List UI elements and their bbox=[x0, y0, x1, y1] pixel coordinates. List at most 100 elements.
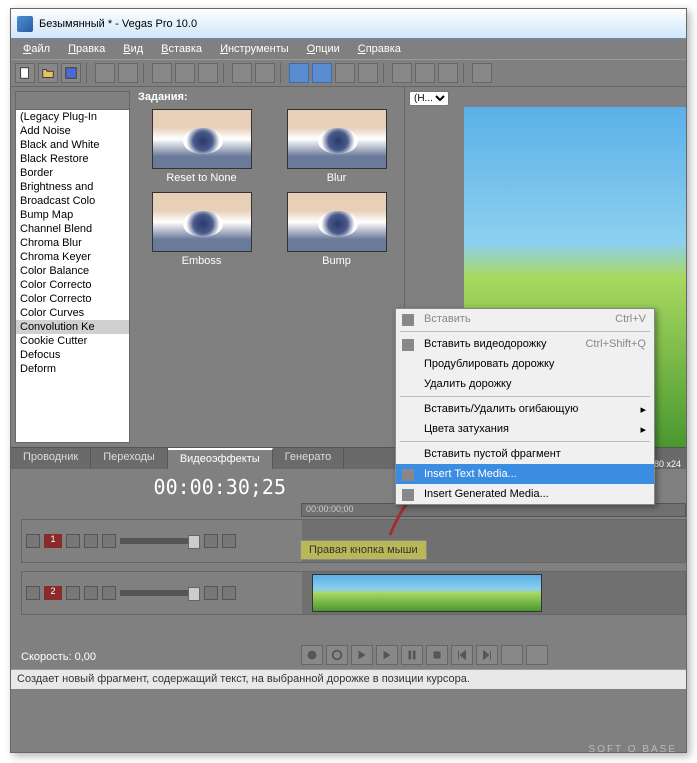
context-menu-item[interactable]: Вставить пустой фрагмент bbox=[396, 444, 654, 464]
context-menu-item[interactable]: Удалить дорожку bbox=[396, 374, 654, 394]
quality-dropdown[interactable]: (Н... bbox=[409, 91, 449, 106]
save-icon[interactable] bbox=[61, 63, 81, 83]
bypass-fx-icon[interactable] bbox=[66, 586, 80, 600]
main-toolbar bbox=[11, 59, 686, 87]
video-track-2[interactable]: 2 bbox=[21, 571, 686, 615]
fx-item[interactable]: Chroma Blur bbox=[16, 236, 129, 250]
menu-item-label: Вставить видеодорожку bbox=[424, 338, 547, 350]
context-menu-item[interactable]: Insert Text Media... bbox=[396, 464, 654, 484]
pause-icon[interactable] bbox=[401, 645, 423, 665]
tab[interactable]: Видеоэффекты bbox=[168, 448, 273, 469]
context-menu-item[interactable]: Вставить видеодорожкуCtrl+Shift+Q bbox=[396, 334, 654, 354]
preset[interactable]: Reset to None bbox=[138, 109, 265, 184]
tab[interactable]: Проводник bbox=[11, 448, 91, 469]
video-clip[interactable] bbox=[312, 574, 542, 612]
context-menu-item[interactable]: Вставить/Удалить огибающую▸ bbox=[396, 399, 654, 419]
auto-ripple-icon[interactable] bbox=[312, 63, 332, 83]
time-ruler[interactable]: 00:00:00;00 bbox=[301, 503, 686, 517]
render-icon[interactable] bbox=[95, 63, 115, 83]
menu-item-label: Удалить дорожку bbox=[424, 378, 512, 390]
edit-tool-icon[interactable] bbox=[392, 63, 412, 83]
fx-item[interactable]: Chroma Keyer bbox=[16, 250, 129, 264]
menu-item-label: Вставить bbox=[424, 313, 471, 325]
fx-item[interactable]: Add Noise bbox=[16, 124, 129, 138]
track-level-slider[interactable] bbox=[120, 590, 200, 596]
loop-icon[interactable] bbox=[326, 645, 348, 665]
fx-item[interactable]: Color Balance bbox=[16, 264, 129, 278]
stop-icon[interactable] bbox=[426, 645, 448, 665]
new-icon[interactable] bbox=[15, 63, 35, 83]
fx-item[interactable]: Black Restore bbox=[16, 152, 129, 166]
fx-item[interactable]: Channel Blend bbox=[16, 222, 129, 236]
fx-item[interactable]: Convolution Ke bbox=[16, 320, 129, 334]
menu-insert[interactable]: Вставка bbox=[153, 41, 210, 57]
record-icon[interactable] bbox=[301, 645, 323, 665]
properties-icon[interactable] bbox=[118, 63, 138, 83]
track-fx-icon[interactable] bbox=[84, 534, 98, 548]
fx-panel: (Legacy Plug-InAdd NoiseBlack and WhiteB… bbox=[11, 87, 404, 447]
titlebar[interactable]: Безымянный * - Vegas Pro 10.0 bbox=[11, 9, 686, 39]
preset[interactable]: Emboss bbox=[138, 192, 265, 267]
context-menu-item[interactable]: Insert Generated Media... bbox=[396, 484, 654, 504]
help-icon[interactable] bbox=[472, 63, 492, 83]
fx-item[interactable]: Deform bbox=[16, 362, 129, 376]
prev-frame-icon[interactable] bbox=[501, 645, 523, 665]
fx-item[interactable]: Cookie Cutter bbox=[16, 334, 129, 348]
menu-separator bbox=[400, 331, 650, 332]
fx-item[interactable]: Black and White bbox=[16, 138, 129, 152]
fx-item[interactable]: Color Correcto bbox=[16, 278, 129, 292]
minimize-track-icon[interactable] bbox=[26, 586, 40, 600]
cut-icon[interactable] bbox=[152, 63, 172, 83]
window-title: Безымянный * - Vegas Pro 10.0 bbox=[39, 18, 197, 30]
go-start-icon[interactable] bbox=[451, 645, 473, 665]
lock-icon[interactable] bbox=[358, 63, 378, 83]
undo-icon[interactable] bbox=[232, 63, 252, 83]
submenu-arrow-icon: ▸ bbox=[640, 403, 646, 416]
track-body-2[interactable] bbox=[302, 572, 685, 614]
next-frame-icon[interactable] bbox=[526, 645, 548, 665]
auto-fade-icon[interactable] bbox=[102, 534, 116, 548]
mute-icon[interactable] bbox=[204, 586, 218, 600]
open-icon[interactable] bbox=[38, 63, 58, 83]
fx-item[interactable]: Bump Map bbox=[16, 208, 129, 222]
minimize-track-icon[interactable] bbox=[26, 534, 40, 548]
preset[interactable]: Blur bbox=[273, 109, 400, 184]
menu-help[interactable]: Справка bbox=[350, 41, 409, 57]
zoom-tool-icon[interactable] bbox=[438, 63, 458, 83]
menu-tools[interactable]: Инструменты bbox=[212, 41, 297, 57]
snap-icon[interactable] bbox=[289, 63, 309, 83]
go-end-icon[interactable] bbox=[476, 645, 498, 665]
menu-view[interactable]: Вид bbox=[115, 41, 151, 57]
fx-item[interactable]: Border bbox=[16, 166, 129, 180]
tab[interactable]: Генерато bbox=[273, 448, 345, 469]
menu-options[interactable]: Опции bbox=[299, 41, 348, 57]
paste-icon[interactable] bbox=[198, 63, 218, 83]
context-menu-item[interactable]: Цвета затухания▸ bbox=[396, 419, 654, 439]
fx-item[interactable]: Color Curves bbox=[16, 306, 129, 320]
selection-tool-icon[interactable] bbox=[415, 63, 435, 83]
solo-icon[interactable] bbox=[222, 586, 236, 600]
track-level-slider[interactable] bbox=[120, 538, 200, 544]
auto-fade-icon[interactable] bbox=[102, 586, 116, 600]
bypass-fx-icon[interactable] bbox=[66, 534, 80, 548]
menu-edit[interactable]: Правка bbox=[60, 41, 113, 57]
fx-item[interactable]: Color Correcto bbox=[16, 292, 129, 306]
context-menu-item[interactable]: Продублировать дорожку bbox=[396, 354, 654, 374]
menu-file[interactable]: Файл bbox=[15, 41, 58, 57]
tab[interactable]: Переходы bbox=[91, 448, 168, 469]
solo-icon[interactable] bbox=[222, 534, 236, 548]
play-icon[interactable] bbox=[376, 645, 398, 665]
fx-item[interactable]: Defocus bbox=[16, 348, 129, 362]
track-fx-icon[interactable] bbox=[84, 586, 98, 600]
fx-item[interactable]: Brightness and bbox=[16, 180, 129, 194]
copy-icon[interactable] bbox=[175, 63, 195, 83]
redo-icon[interactable] bbox=[255, 63, 275, 83]
mute-icon[interactable] bbox=[204, 534, 218, 548]
preset[interactable]: Bump bbox=[273, 192, 400, 267]
fx-list[interactable]: (Legacy Plug-InAdd NoiseBlack and WhiteB… bbox=[15, 91, 130, 443]
preset-label: Reset to None bbox=[166, 172, 236, 184]
fx-item[interactable]: (Legacy Plug-In bbox=[16, 110, 129, 124]
fx-item[interactable]: Broadcast Colo bbox=[16, 194, 129, 208]
play-start-icon[interactable] bbox=[351, 645, 373, 665]
crossfade-icon[interactable] bbox=[335, 63, 355, 83]
